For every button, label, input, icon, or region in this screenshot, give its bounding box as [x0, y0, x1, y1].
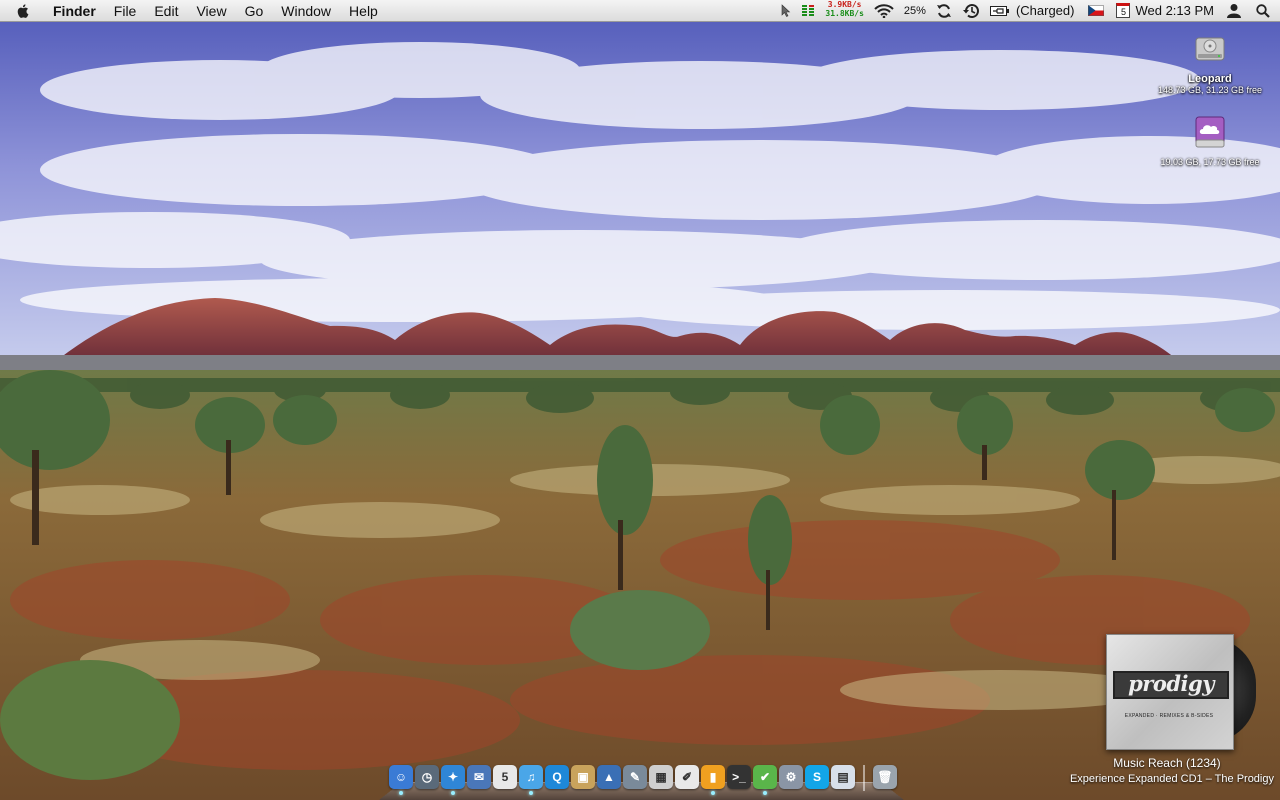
menu-bar: Finder File Edit View Go Window Help 3.9…	[0, 0, 1280, 22]
trash-icon[interactable]: 🗑	[873, 765, 897, 789]
dock-separator	[863, 765, 865, 791]
ical-icon[interactable]: 5	[493, 765, 517, 789]
finder-icon[interactable]: ☺	[389, 765, 413, 795]
menu-app-finder[interactable]: Finder	[49, 0, 105, 22]
cpu-meter-icon[interactable]	[801, 0, 815, 22]
preview-icon[interactable]: ▣	[571, 765, 595, 789]
drive-name-label: Leopard	[1188, 73, 1232, 85]
dock-icon-glyph: ✦	[447, 770, 459, 784]
dock-items: ☺ ◷ ✦ ✉ 5 ♫ Q ▣ ▲ ✎ ▦ ✐ ▮ >_ ✔ ⚙ S ▤ 🗑	[389, 765, 897, 795]
album-artwork[interactable]: prodigy EXPANDED · REMIXES & B-SIDES	[1106, 634, 1234, 750]
menu-window[interactable]: Window	[272, 0, 340, 22]
dock-icon-glyph: 🗑	[877, 770, 893, 784]
dock: ☺ ◷ ✦ ✉ 5 ♫ Q ▣ ▲ ✎ ▦ ✐ ▮ >_ ✔ ⚙ S ▤ 🗑	[379, 762, 904, 800]
textedit-icon[interactable]: ✐	[675, 765, 699, 789]
menu-file[interactable]: File	[105, 0, 146, 22]
running-indicator	[451, 791, 455, 795]
now-playing-track: Music Reach (1234)	[1113, 756, 1221, 770]
dock-icon-glyph: ✔	[759, 770, 771, 784]
dock-icon-glyph: 5	[501, 770, 509, 784]
itunes-icon[interactable]: ♫	[519, 765, 543, 795]
activity-monitor-icon[interactable]: ▮	[701, 765, 725, 795]
menu-help[interactable]: Help	[340, 0, 387, 22]
power-state-label[interactable]: (Charged)	[1016, 0, 1075, 22]
quicktime-icon[interactable]: Q	[545, 765, 569, 789]
menu-edit[interactable]: Edit	[145, 0, 187, 22]
desktop-drive-leopard[interactable]: Leopard 148.73 GB, 31.23 GB free	[1135, 30, 1280, 96]
network-speed-meter[interactable]: 3.9KB/s 31.8KB/s	[825, 0, 864, 22]
dock-icon-glyph: ⚙	[785, 770, 797, 784]
wifi-icon[interactable]	[874, 0, 894, 22]
calculator-icon[interactable]: ▦	[649, 765, 673, 789]
user-icon[interactable]	[1226, 0, 1242, 22]
czech-flag-icon[interactable]	[1088, 0, 1105, 22]
running-indicator	[529, 791, 533, 795]
cloud-drive-icon	[1195, 116, 1225, 148]
running-indicator	[711, 791, 715, 795]
battery-icon[interactable]	[989, 0, 1010, 22]
dock-icon-glyph: ▤	[837, 770, 849, 784]
wallpaper-landscape	[0, 0, 1280, 800]
xcode-icon[interactable]: ✎	[623, 765, 647, 789]
album-logo-text: prodigy	[1113, 671, 1229, 699]
menu-go[interactable]: Go	[236, 0, 273, 22]
documents-stack-icon[interactable]: ▤	[831, 765, 855, 789]
desktop-drive-cloud[interactable]: 19.03 GB, 17.73 GB free	[1135, 114, 1280, 168]
utilities-icon[interactable]: ⚙	[779, 765, 803, 789]
time-machine-icon[interactable]: ◷	[415, 765, 439, 789]
dock-icon-glyph: ☺	[394, 770, 408, 784]
calendar-clock[interactable]: 5 Wed 2:13 PM	[1116, 0, 1214, 22]
desktop-wallpaper	[0, 0, 1280, 800]
terminal-icon[interactable]: >_	[727, 765, 751, 789]
dock-icon-glyph: ◷	[421, 770, 433, 784]
dock-icon-glyph: ▮	[709, 770, 717, 784]
dock-icon-glyph: ▣	[577, 770, 589, 784]
battery-percent-label[interactable]: 25%	[904, 0, 926, 22]
skype-icon[interactable]: S	[805, 765, 829, 789]
dock-icon-glyph: >_	[732, 770, 746, 784]
album-subtitle-text: EXPANDED · REMIXES & B-SIDES	[1124, 713, 1214, 719]
hard-drive-icon	[1195, 37, 1225, 61]
keynote-icon[interactable]: ▲	[597, 765, 621, 789]
drive-info-label: 19.03 GB, 17.73 GB free	[1160, 157, 1260, 167]
running-indicator	[399, 791, 403, 795]
apple-menu-icon[interactable]	[11, 0, 33, 22]
dock-icon-glyph: ▦	[655, 770, 667, 784]
net-download-rate: 31.8KB/s	[825, 8, 864, 18]
cursor-icon[interactable]	[781, 0, 791, 22]
now-playing-album: Experience Expanded CD1 – The Prodigy	[1069, 773, 1274, 785]
safari-icon[interactable]: ✦	[441, 765, 465, 795]
time-machine-icon[interactable]	[962, 0, 980, 22]
drive-info-label: 148.73 GB, 31.23 GB free	[1157, 85, 1263, 95]
ichat-icon[interactable]: ✔	[753, 765, 777, 795]
dock-icon-glyph: ▲	[603, 770, 615, 784]
dock-icon-glyph: S	[812, 770, 821, 784]
dock-icon-glyph: ✎	[629, 770, 641, 784]
spotlight-icon[interactable]	[1256, 0, 1270, 22]
menu-view[interactable]: View	[187, 0, 235, 22]
calendar-icon: 5	[1116, 3, 1131, 18]
sync-icon[interactable]	[936, 0, 952, 22]
dock-icon-glyph: ✉	[473, 770, 485, 784]
running-indicator	[763, 791, 767, 795]
net-upload-rate: 3.9KB/s	[827, 0, 862, 9]
menu-extras: 3.9KB/s 31.8KB/s 25% (Charged) 5 Wed 2:1…	[771, 0, 1280, 22]
dock-icon-glyph: ♫	[526, 770, 536, 784]
dock-icon-glyph: ✐	[681, 770, 693, 784]
mail-icon[interactable]: ✉	[467, 765, 491, 789]
clock-label: Wed 2:13 PM	[1135, 3, 1214, 18]
dock-icon-glyph: Q	[552, 770, 562, 784]
